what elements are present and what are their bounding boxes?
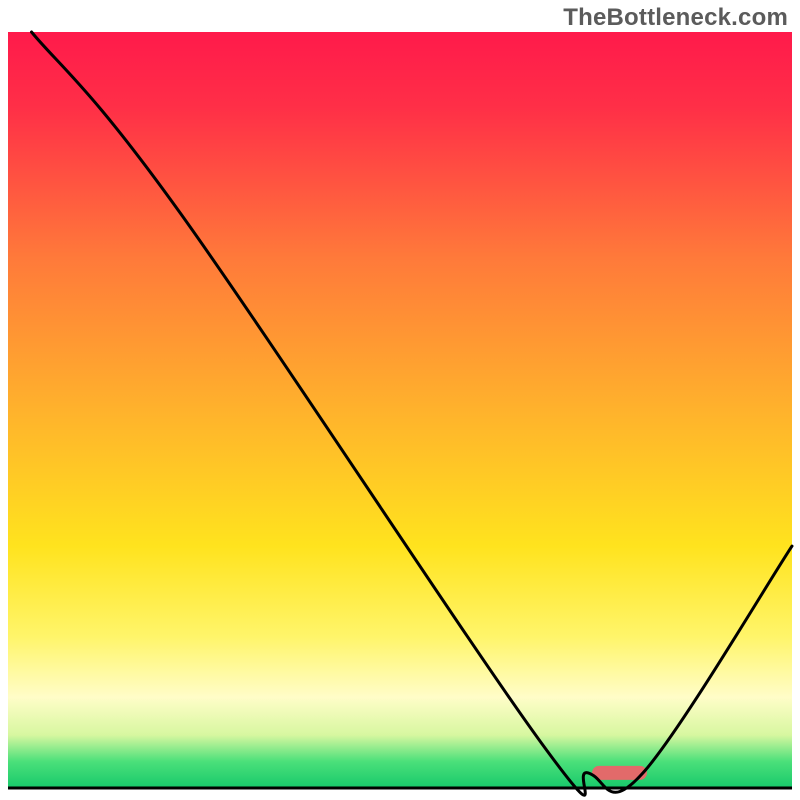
- chart-canvas: TheBottleneck.com: [0, 0, 800, 800]
- plot-area: [8, 32, 792, 795]
- chart-svg: [0, 0, 800, 800]
- gradient-background: [8, 32, 792, 788]
- watermark-text: TheBottleneck.com: [563, 4, 788, 32]
